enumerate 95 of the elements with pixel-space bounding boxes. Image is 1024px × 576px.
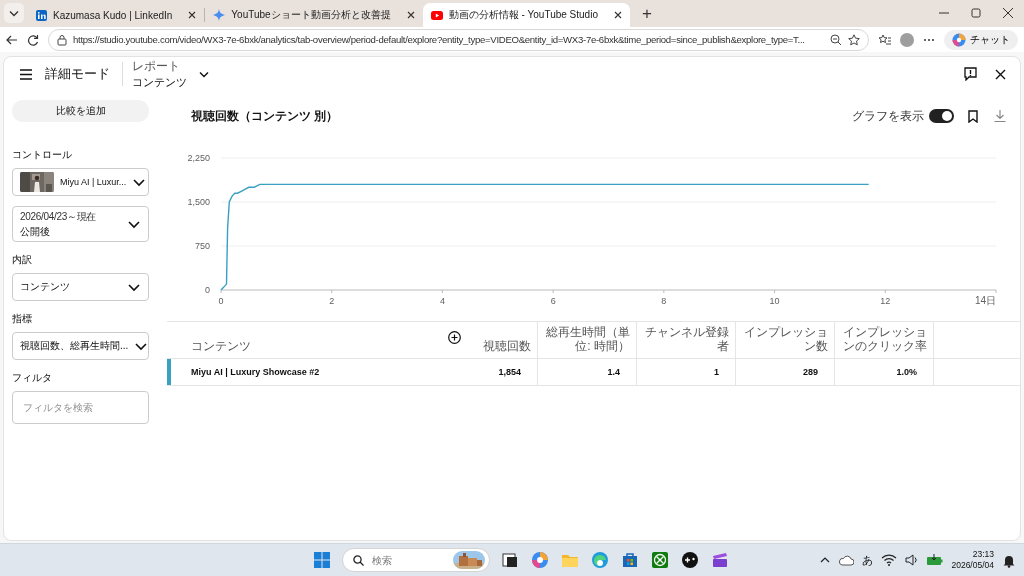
close-icon[interactable] [406, 11, 415, 19]
maximize-icon[interactable] [971, 8, 981, 18]
new-tab-button[interactable]: + [637, 4, 656, 24]
y-tick-label: 1,500 [187, 197, 210, 207]
browser-tab[interactable]: Kazumasa Kudo | LinkedIn [28, 3, 205, 27]
report-value[interactable]: コンテンツ [132, 75, 187, 90]
column-header: 視聴回数 [483, 339, 531, 354]
taskbar-search-box[interactable]: 検索 [342, 548, 490, 572]
copilot-icon [952, 32, 966, 47]
select-dropdown[interactable]: 視聴回数、総再生時間... [12, 332, 149, 360]
chat-button[interactable]: チャット [944, 29, 1018, 50]
column-header: 総再生時間（単位: 時間） [546, 325, 630, 354]
section-label: 内訳 [12, 253, 33, 267]
tab-list-button[interactable] [4, 3, 24, 23]
section-label: 指標 [12, 312, 33, 326]
section-label: コントロール [12, 148, 73, 162]
x-tick-label: 10 [769, 296, 780, 306]
report-label: レポート [132, 58, 181, 75]
bookmark-icon[interactable] [968, 109, 978, 123]
app-icon[interactable] [680, 550, 700, 570]
add-column-button[interactable] [448, 331, 461, 344]
chart-title: 視聴回数（コンテンツ 別） [191, 108, 340, 124]
toggle-label: グラフを表示 [852, 107, 924, 125]
close-icon[interactable] [613, 11, 622, 19]
section-label: フィルタ [12, 371, 53, 385]
x-tick-label: 2 [329, 296, 335, 306]
x-tick-label: 0 [218, 296, 224, 306]
zoom-out-icon[interactable] [830, 33, 842, 46]
y-tick-label: 2,250 [187, 153, 210, 163]
video-dropdown[interactable]: Miyu AI | Luxur... [12, 168, 149, 196]
x-tick-label: 8 [661, 296, 667, 306]
reload-icon[interactable] [27, 33, 39, 46]
sparkle-icon [213, 9, 226, 21]
column-header: インプレッション数 [744, 325, 828, 354]
chevron-down-icon[interactable] [199, 70, 209, 78]
x-tick-label: 12 [880, 296, 891, 306]
table-cell: 1.0% [896, 366, 917, 377]
more-icon[interactable] [923, 36, 935, 43]
xbox-icon[interactable] [650, 550, 670, 570]
favorites-icon[interactable] [878, 33, 891, 46]
task-view-icon[interactable] [500, 550, 520, 570]
column-header: チャンネル登録者 [645, 325, 729, 354]
feedback-icon[interactable] [964, 67, 977, 81]
filter-search-field[interactable]: フィルタを検索 [12, 391, 149, 424]
browser-tab[interactable]: YouTubeショート動画分析と改善提 [205, 3, 423, 27]
show-chart-toggle[interactable] [929, 109, 954, 123]
clapper-icon[interactable] [710, 550, 730, 570]
y-tick-label: 0 [205, 285, 210, 295]
taskbar-search-field[interactable]: 検索 [370, 553, 447, 567]
chevron-down-icon [132, 176, 147, 188]
url-text: https://studio.youtube.com/video/WX3-7e-6bxk/analytics/tab-overview/period-default/explore?entity_type=VIDEO&entity_id=WX3-7e-6bxk&time_period=since_publish&explore_type=T... [73, 34, 806, 45]
x-tick-label: 4 [439, 296, 445, 306]
add-circle-icon [448, 331, 461, 344]
site-info-icon [57, 33, 67, 46]
table-cell: 289 [802, 366, 818, 377]
table-cell: 1,854 [498, 366, 521, 377]
battery-icon[interactable] [926, 553, 944, 567]
clock[interactable]: 23:13 2026/05/04 [951, 549, 994, 571]
chevron-down-icon [127, 281, 141, 293]
linkedin-icon [36, 9, 47, 21]
x-tick-label: 6 [550, 296, 556, 306]
browser-tab[interactable]: 動画の分析情報 - YouTube Studio [422, 3, 630, 27]
chevron-up-icon[interactable] [820, 556, 831, 564]
copilot-icon[interactable] [530, 550, 550, 570]
close-icon[interactable] [1003, 8, 1013, 18]
chevron-down-icon [127, 218, 141, 230]
browser-icon[interactable] [590, 550, 610, 570]
page-title: 詳細モード [45, 65, 110, 83]
select-dropdown[interactable]: コンテンツ [12, 273, 149, 301]
column-header: コンテンツ [191, 339, 251, 354]
x-tick-label: 14日 [974, 295, 996, 306]
content-title-cell[interactable]: Miyu AI | Luxury Showcase #2 [191, 366, 320, 377]
close-icon[interactable] [188, 11, 197, 19]
star-icon[interactable] [848, 33, 860, 46]
date-range-dropdown[interactable]: 2026/04/23～現在 公開後 [12, 206, 149, 242]
start-icon[interactable] [312, 550, 332, 570]
wifi-icon[interactable] [881, 553, 898, 567]
chevron-down-icon [134, 340, 149, 352]
back-icon[interactable] [6, 33, 18, 46]
table-cell: 1 [714, 366, 719, 377]
close-icon[interactable] [995, 68, 1006, 80]
cloud-icon[interactable] [838, 553, 855, 567]
store-icon[interactable] [620, 550, 640, 570]
ime-indicator[interactable]: あ [862, 552, 874, 568]
y-tick-label: 750 [194, 241, 210, 251]
search-icon [353, 554, 364, 566]
add-comparison-button[interactable]: 比較を追加 [12, 100, 149, 122]
chevron-down-icon [9, 9, 19, 17]
column-header: インプレッションのクリック率 [843, 325, 927, 354]
download-icon[interactable] [994, 110, 1006, 122]
table-cell: 1.4 [607, 366, 620, 377]
menu-icon[interactable] [20, 68, 32, 80]
volume-icon[interactable] [905, 553, 919, 567]
play-icon [430, 9, 443, 21]
profile-avatar[interactable] [900, 32, 914, 47]
